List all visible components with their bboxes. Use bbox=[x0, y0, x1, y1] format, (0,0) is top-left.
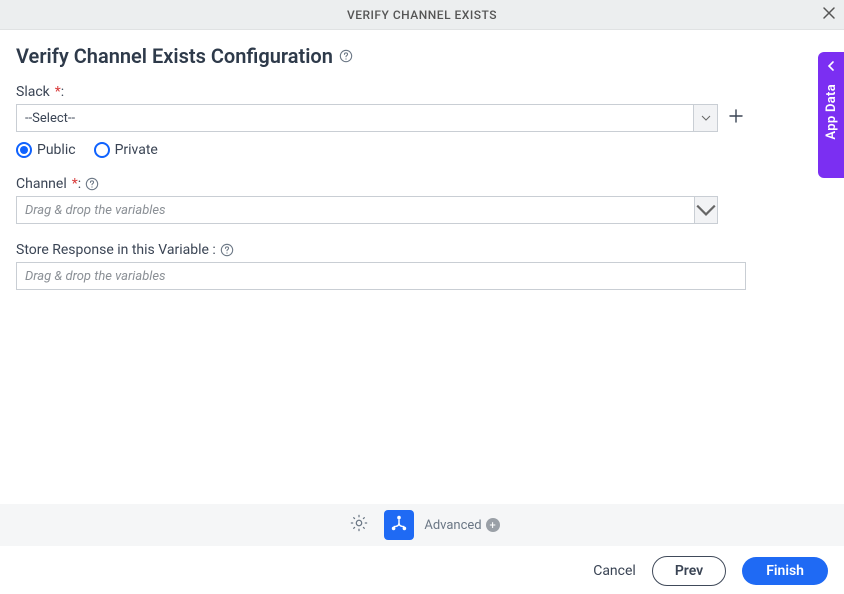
help-icon[interactable] bbox=[220, 243, 234, 257]
slack-label-row: Slack *: bbox=[16, 84, 828, 100]
app-data-label: App Data bbox=[824, 84, 839, 140]
visibility-radio-group: Public Private bbox=[16, 142, 828, 158]
page-title: Verify Channel Exists Configuration bbox=[16, 44, 333, 68]
store-label: Store Response in this Variable : bbox=[16, 242, 216, 258]
settings-tool[interactable] bbox=[344, 510, 374, 540]
help-icon[interactable] bbox=[339, 49, 353, 63]
add-slack-button[interactable] bbox=[726, 108, 746, 128]
channel-input[interactable] bbox=[16, 196, 718, 224]
store-label-row: Store Response in this Variable : bbox=[16, 242, 828, 258]
page-title-row: Verify Channel Exists Configuration bbox=[16, 44, 828, 68]
channel-input-row bbox=[16, 196, 718, 224]
store-response-input[interactable] bbox=[16, 262, 746, 290]
config-form: Verify Channel Exists Configuration Slac… bbox=[0, 30, 844, 290]
slack-select-row: --Select-- bbox=[16, 104, 746, 132]
slack-label: Slack bbox=[16, 84, 50, 100]
slack-select-value: --Select-- bbox=[25, 111, 75, 126]
store-input-row bbox=[16, 262, 746, 290]
cancel-button[interactable]: Cancel bbox=[593, 563, 636, 579]
radio-public-indicator bbox=[16, 142, 32, 158]
footer-toolbar: Advanced + bbox=[0, 504, 844, 546]
slack-select[interactable]: --Select-- bbox=[16, 104, 718, 132]
prev-button[interactable]: Prev bbox=[652, 556, 726, 586]
help-icon[interactable] bbox=[85, 177, 99, 191]
chevron-down-icon bbox=[693, 105, 717, 131]
chevron-left-icon bbox=[825, 60, 837, 76]
channel-colon: : bbox=[78, 176, 81, 192]
gear-icon bbox=[350, 514, 368, 536]
channel-label: Channel bbox=[16, 176, 67, 192]
advanced-label-text: Advanced bbox=[424, 518, 481, 533]
chevron-down-icon[interactable] bbox=[694, 196, 718, 224]
plus-circle-icon: + bbox=[486, 518, 500, 532]
close-icon bbox=[822, 6, 836, 24]
finish-button[interactable]: Finish bbox=[742, 557, 828, 585]
titlebar: VERIFY CHANNEL EXISTS bbox=[0, 0, 844, 30]
close-button[interactable] bbox=[822, 0, 836, 30]
app-data-panel-toggle[interactable]: App Data bbox=[818, 52, 844, 178]
radio-private-indicator bbox=[94, 142, 110, 158]
slack-colon: : bbox=[61, 84, 64, 100]
branch-tool[interactable] bbox=[384, 510, 414, 540]
branch-icon bbox=[390, 514, 408, 536]
advanced-toggle[interactable]: Advanced + bbox=[424, 518, 499, 533]
radio-private[interactable]: Private bbox=[94, 142, 158, 158]
radio-public[interactable]: Public bbox=[16, 142, 76, 158]
plus-icon bbox=[728, 112, 744, 128]
channel-label-row: Channel *: bbox=[16, 176, 828, 192]
radio-private-label: Private bbox=[115, 142, 158, 158]
footer-buttons: Cancel Prev Finish bbox=[593, 556, 828, 586]
titlebar-title: VERIFY CHANNEL EXISTS bbox=[0, 8, 844, 22]
radio-public-label: Public bbox=[37, 142, 76, 158]
